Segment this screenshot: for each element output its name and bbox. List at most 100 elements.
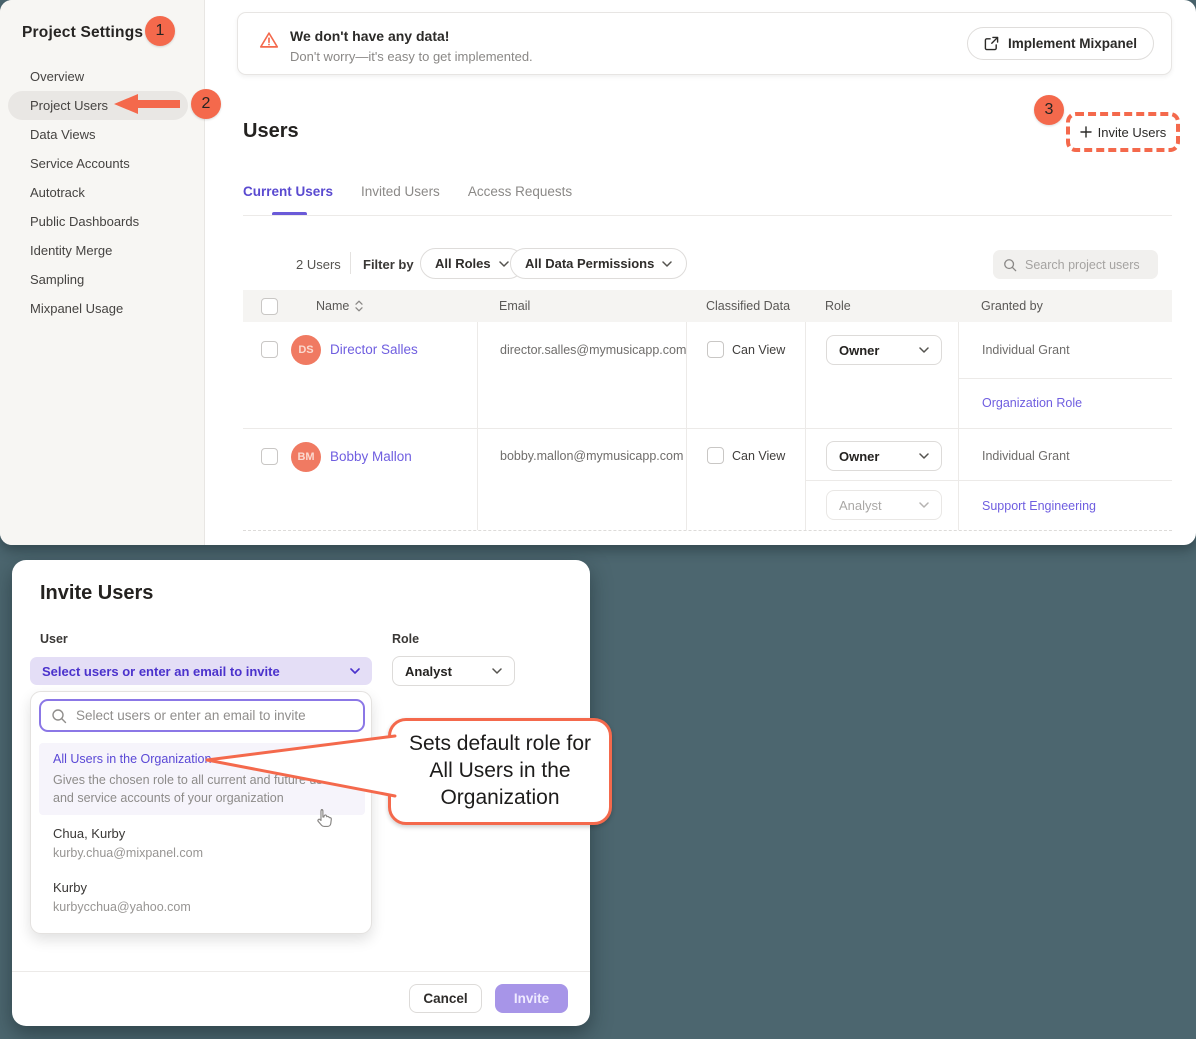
users-main-content: We don't have any data! Don't worry—it's… (205, 0, 1196, 545)
external-link-icon (984, 36, 999, 51)
row-checkbox[interactable] (261, 448, 278, 465)
sidebar-item-data-views[interactable]: Data Views (0, 120, 205, 149)
search-icon (1003, 258, 1017, 272)
tab-access-requests[interactable]: Access Requests (468, 184, 572, 213)
granted-by-cell: Individual Grant (958, 428, 1172, 480)
col-email: Email (477, 290, 686, 322)
can-view-label: Can View (732, 343, 785, 357)
col-role: Role (805, 290, 958, 322)
no-data-banner: We don't have any data! Don't worry—it's… (237, 12, 1172, 75)
tab-invited-users[interactable]: Invited Users (361, 184, 440, 213)
modal-footer-divider (12, 971, 590, 972)
row-checkbox[interactable] (261, 341, 278, 358)
sidebar-item-identity-merge[interactable]: Identity Merge (0, 236, 205, 265)
user-name-link[interactable]: Bobby Mallon (330, 449, 412, 464)
filter-by-label: Filter by (363, 257, 414, 272)
chevron-down-icon (919, 347, 929, 353)
option-description: kurby.chua@mixpanel.com (53, 846, 365, 860)
role-select[interactable]: Analyst (392, 656, 515, 686)
sidebar-item-public-dashboards[interactable]: Public Dashboards (0, 207, 205, 236)
option-description: kurbycchua@yahoo.com (53, 900, 365, 914)
user-name-link[interactable]: Director Salles (330, 342, 418, 357)
table-row-role-cell: Owner (805, 322, 958, 428)
header-select-name: Name (243, 290, 477, 322)
role-select-disabled: Analyst (826, 490, 942, 520)
organization-role-link[interactable]: Organization Role (982, 396, 1082, 410)
col-name: Name (316, 299, 349, 313)
avatar: DS (291, 335, 321, 365)
search-project-users (993, 250, 1158, 279)
user-select[interactable]: Select users or enter an email to invite (30, 657, 372, 685)
sidebar-item-autotrack[interactable]: Autotrack (0, 178, 205, 207)
avatar: BM (291, 442, 321, 472)
tab-current-users[interactable]: Current Users (243, 184, 333, 213)
option-title: Kurby (53, 880, 365, 895)
tabs-divider (243, 215, 1172, 216)
chevron-down-icon (499, 261, 509, 267)
granted-by-cell: Organization Role (958, 378, 1172, 428)
implement-mixpanel-button[interactable]: Implement Mixpanel (967, 27, 1154, 60)
annotation-step-1-badge: 1 (145, 16, 175, 46)
invite-users-highlight-box (1066, 112, 1180, 152)
sidebar-title: Project Settings (22, 24, 143, 42)
dropdown-search-input[interactable] (76, 708, 346, 723)
option-kurby[interactable]: Kurby kurbycchua@yahoo.com (39, 880, 365, 914)
modal-title: Invite Users (40, 582, 153, 605)
dropdown-search (39, 699, 365, 732)
sort-icon (355, 300, 363, 312)
user-count: 2 Users (296, 257, 341, 272)
role-field-label: Role (392, 632, 419, 646)
chevron-down-icon (350, 668, 360, 674)
users-table: Name Email Classified Data Role Granted … (243, 290, 1172, 531)
callout-bubble: Sets default role for All Users in the O… (388, 718, 612, 825)
annotation-step-2-badge: 2 (191, 89, 221, 119)
granted-by-cell: Individual Grant (958, 322, 1172, 378)
granted-by-cell: Support Engineering (958, 480, 1172, 530)
users-tabs: Current Users Invited Users Access Reque… (243, 184, 572, 213)
all-data-permissions-filter[interactable]: All Data Permissions (510, 248, 687, 279)
page-title: Users (243, 120, 299, 143)
callout-tail (205, 730, 397, 804)
table-row-role-cell: Owner (805, 428, 958, 480)
sidebar-item-mixpanel-usage[interactable]: Mixpanel Usage (0, 294, 205, 323)
sidebar-item-sampling[interactable]: Sampling (0, 265, 205, 294)
cancel-button[interactable]: Cancel (409, 984, 482, 1013)
toolbar-divider (350, 252, 351, 274)
sidebar-item-service-accounts[interactable]: Service Accounts (0, 149, 205, 178)
banner-subtitle: Don't worry—it's easy to get implemented… (290, 49, 533, 64)
all-roles-filter[interactable]: All Roles (420, 248, 524, 279)
chevron-down-icon (662, 261, 672, 267)
table-row-email-cell: bobby.mallon@mymusicapp.com (477, 428, 686, 530)
sidebar-item-overview[interactable]: Overview (0, 62, 205, 91)
banner-title: We don't have any data! (290, 28, 449, 44)
annotation-step-3-badge: 3 (1034, 95, 1064, 125)
table-row-user-cell: BM Bobby Mallon (243, 428, 477, 530)
filter-toolbar: 2 Users Filter by All Roles All Data Per… (243, 248, 1172, 280)
search-input[interactable] (1025, 258, 1145, 272)
cursor-hand-icon (313, 807, 335, 831)
chevron-down-icon (492, 668, 502, 674)
col-classified-data: Classified Data (686, 290, 805, 322)
user-field-label: User (40, 632, 68, 646)
table-row-email-cell: director.salles@mymusicapp.com (477, 322, 686, 428)
secondary-role-cell: Analyst (805, 480, 958, 530)
table-row-classified-cell: Can View (686, 428, 805, 530)
role-select[interactable]: Owner (826, 335, 942, 365)
annotation-arrow-icon (114, 93, 184, 115)
table-row-classified-cell: Can View (686, 322, 805, 428)
option-chua-kurby[interactable]: Chua, Kurby kurby.chua@mixpanel.com (39, 826, 365, 860)
role-select[interactable]: Owner (826, 441, 942, 471)
table-row-user-cell: DS Director Salles (243, 322, 477, 428)
settings-sidebar: Project Settings Overview Project Users … (0, 0, 205, 545)
can-view-checkbox[interactable] (707, 447, 724, 464)
support-engineering-link[interactable]: Support Engineering (982, 499, 1096, 513)
role-select-value: Analyst (405, 664, 452, 679)
search-icon (51, 708, 67, 724)
chevron-down-icon (919, 502, 929, 508)
user-select-dropdown: All Users in the Organization Gives the … (30, 691, 372, 934)
can-view-checkbox[interactable] (707, 341, 724, 358)
select-all-checkbox[interactable] (261, 298, 278, 315)
invite-button[interactable]: Invite (495, 984, 568, 1013)
chevron-down-icon (919, 453, 929, 459)
project-settings-screen: Project Settings Overview Project Users … (0, 0, 1196, 545)
